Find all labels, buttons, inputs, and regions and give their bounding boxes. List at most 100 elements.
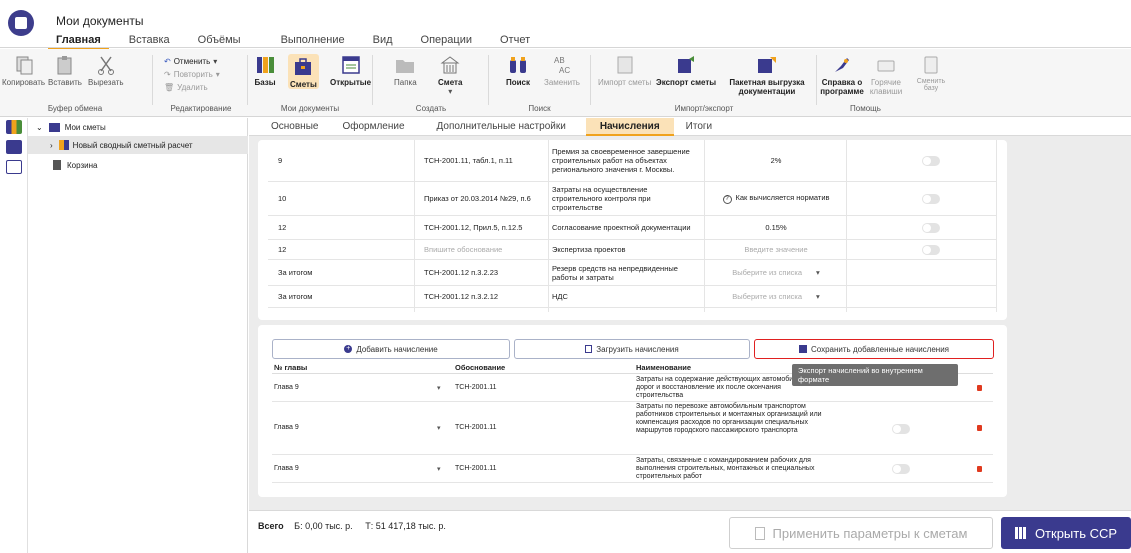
hotkeys-button[interactable]: Горячие клавиши xyxy=(868,54,904,96)
chevron-down-icon[interactable]: ⌄ xyxy=(36,123,43,132)
redo-button[interactable]: ↷ Повторить ▾ xyxy=(164,68,220,81)
separator xyxy=(152,55,153,105)
table-row[interactable]: За итогом ТСН-2001.12 п.3.2.23 Резерв ср… xyxy=(268,260,996,286)
chevron-down-icon[interactable]: ▾ xyxy=(437,465,441,473)
tab-totals[interactable]: Итоги xyxy=(674,118,724,136)
bases-icon[interactable] xyxy=(6,120,22,134)
chevron-down-icon[interactable]: ▾ xyxy=(437,384,441,392)
apply-parameters-button[interactable]: Применить параметры к сметам xyxy=(729,517,993,549)
open-documents-icon[interactable] xyxy=(6,160,22,174)
chevron-down-icon: ▾ xyxy=(215,70,220,79)
batch-export-button[interactable]: Пакетная выгрузка документации xyxy=(726,54,808,96)
chevron-down-icon[interactable]: ▾ xyxy=(437,424,441,432)
upload-file-icon xyxy=(585,345,593,353)
tab-insert[interactable]: Вставка xyxy=(129,32,170,48)
tab-volumes[interactable]: Объёмы xyxy=(198,32,241,48)
save-accruals-button[interactable]: Сохранить добавленные начисления xyxy=(754,339,994,359)
tab-main[interactable]: Главная xyxy=(48,32,109,51)
export-estimate-button[interactable]: Экспорт сметы xyxy=(656,54,716,87)
copy-button[interactable]: Копировать xyxy=(2,54,45,87)
toggle-switch[interactable] xyxy=(922,193,940,204)
tooltip: Экспорт начислений во внутреннем формате xyxy=(792,364,958,386)
tab-execution[interactable]: Выполнение xyxy=(281,32,345,48)
delete-icon[interactable] xyxy=(977,425,982,431)
toggle-switch[interactable] xyxy=(892,464,910,474)
open-documents-icon xyxy=(341,56,360,74)
tab-basic[interactable]: Основные xyxy=(259,118,330,136)
chevron-down-icon: ▾ xyxy=(816,292,820,301)
paste-button[interactable]: Вставить xyxy=(48,54,82,87)
estimates-icon[interactable] xyxy=(6,140,22,154)
tab-report[interactable]: Отчет xyxy=(500,32,530,48)
separator xyxy=(488,55,489,105)
delete-icon[interactable] xyxy=(977,466,982,472)
toggle-switch[interactable] xyxy=(892,424,910,434)
add-accrual-button[interactable]: + Добавить начисление xyxy=(272,339,510,359)
replace-button[interactable]: AB AC Заменить xyxy=(544,54,580,87)
change-base-button[interactable]: Сменить базу xyxy=(916,54,946,92)
title-bar: Мои документы Главная Вставка Объёмы Вып… xyxy=(0,0,1131,51)
svg-text:AC: AC xyxy=(559,66,570,75)
tab-accruals[interactable]: Начисления xyxy=(585,118,674,136)
table-row[interactable]: 12 ТСН-2001.12, Прил.5, п.12.5 Согласова… xyxy=(268,216,996,240)
toggle-switch[interactable] xyxy=(922,222,940,233)
paste-icon xyxy=(57,56,72,75)
open-docs-button[interactable]: Открытые xyxy=(330,54,371,87)
about-button[interactable]: Справка о программе xyxy=(820,54,864,96)
copy-icon xyxy=(16,56,33,75)
cut-button[interactable]: Вырезать xyxy=(88,54,124,87)
binoculars-icon xyxy=(510,57,526,73)
help-circle-icon[interactable]: ? xyxy=(722,195,732,204)
tab-additional-settings[interactable]: Дополнительные настройки xyxy=(417,118,586,136)
batch-export-icon xyxy=(758,57,776,73)
table-row[interactable]: За итогом ТСН-2001.12 п.3.2.12 НДС Выбер… xyxy=(268,286,996,308)
tree-item-summary-estimate[interactable]: › Новый сводный сметный расчет xyxy=(28,136,248,154)
rocket-icon xyxy=(835,58,849,72)
new-folder-button[interactable]: Папка xyxy=(394,54,417,87)
left-icon-bar xyxy=(0,118,28,553)
tab-view[interactable]: Вид xyxy=(373,32,393,48)
tree-item-trash[interactable]: Корзина xyxy=(28,156,248,174)
briefcase-icon xyxy=(295,58,312,75)
table-row[interactable]: 12 Впишите обоснование Экспертиза проект… xyxy=(268,240,996,260)
search-button[interactable]: Поиск xyxy=(506,54,530,87)
footer-bar: Всего Б: 0,00 тыс. р. Т: 51 417,18 тыс. … xyxy=(249,510,1131,553)
delete-icon[interactable] xyxy=(977,385,982,391)
tab-operations[interactable]: Операции xyxy=(421,32,472,48)
estimates-button[interactable]: Сметы xyxy=(288,54,319,89)
open-ssr-button[interactable]: Открыть ССР xyxy=(1001,517,1131,549)
building-icon xyxy=(440,56,460,74)
redo-icon: ↷ xyxy=(164,70,171,79)
tree-root[interactable]: ⌄ Мои сметы xyxy=(28,118,248,136)
table-grid-icon xyxy=(1014,527,1027,539)
chevron-right-icon[interactable]: › xyxy=(50,141,53,150)
bases-button[interactable]: Базы xyxy=(254,54,276,87)
tab-formatting[interactable]: Оформление xyxy=(330,118,416,136)
basis-input[interactable]: Впишите обоснование xyxy=(424,245,502,254)
table-row[interactable]: 9 ТСН-2001.11, табл.1, п.11 Премия за св… xyxy=(268,140,996,182)
separator xyxy=(247,55,248,105)
new-estimate-button[interactable]: Смета ▾ xyxy=(438,54,462,96)
value-input[interactable]: Введите значение xyxy=(706,245,846,254)
app-logo-icon[interactable] xyxy=(8,10,34,36)
import-icon xyxy=(617,56,633,74)
load-accruals-button[interactable]: Загрузить начисления xyxy=(514,339,750,359)
toggle-switch[interactable] xyxy=(922,244,940,255)
undo-button[interactable]: ↶ Отменить ▾ xyxy=(164,55,220,68)
trash-icon: 🗑 xyxy=(164,83,175,92)
table-row[interactable]: 10 Приказ от 20.03.2014 №29, п.6 Затраты… xyxy=(268,182,996,216)
replace-icon: ABAC xyxy=(554,56,570,75)
table-row[interactable]: Глава 9 ▾ ТСН-2001.11 Затраты по перевоз… xyxy=(272,402,993,455)
document-icon xyxy=(754,526,765,540)
table-row[interactable]: Глава 9 ▾ ТСН-2001.11 Затраты, связанные… xyxy=(272,455,993,483)
import-estimate-button[interactable]: Импорт сметы xyxy=(598,54,651,87)
export-icon xyxy=(678,56,695,73)
delete-button[interactable]: 🗑 Удалить xyxy=(164,81,220,94)
value-select[interactable]: Выберите из списка ▾ xyxy=(706,268,846,277)
window-title: Мои документы xyxy=(56,14,144,28)
value-select[interactable]: Выберите из списка ▾ xyxy=(706,292,846,301)
main-panel: Основные Оформление Дополнительные настр… xyxy=(249,118,1131,553)
group-import-export: Импорт сметы Экспорт сметы Пакетная выгр… xyxy=(594,52,814,114)
separator xyxy=(372,55,373,105)
toggle-switch[interactable] xyxy=(922,155,940,166)
